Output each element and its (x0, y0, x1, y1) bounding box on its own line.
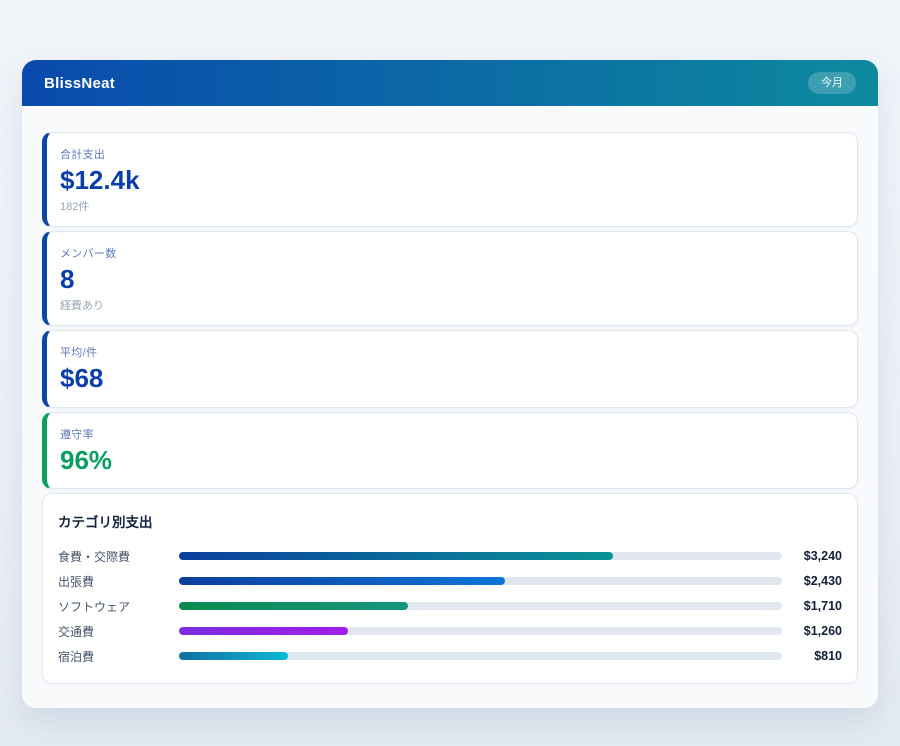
stat-card-total-spend: 合計支出 $12.4k 182件 (42, 132, 858, 227)
stat-label: 遵守率 (60, 426, 841, 442)
stat-sub: 経費あり (60, 297, 841, 313)
category-row: 交通費 $1,260 (58, 619, 842, 644)
category-amount: $2,430 (782, 574, 842, 588)
stat-value: $12.4k (60, 165, 841, 196)
category-spend-card: カテゴリ別支出 食費・交際費 $3,240 出張費 $2,430 ソフトウェア (42, 493, 858, 684)
category-label: 出張費 (58, 573, 179, 590)
category-label: 食費・交際費 (58, 548, 179, 565)
stat-card-average-per-item: 平均/件 $68 (42, 330, 858, 407)
dashboard-panel: BlissNeat 今月 合計支出 $12.4k 182件 メンバー数 8 経費… (22, 60, 878, 708)
category-bar-track (179, 577, 782, 585)
stat-label: 平均/件 (60, 344, 841, 360)
stat-label: メンバー数 (60, 245, 841, 261)
category-row: 出張費 $2,430 (58, 569, 842, 594)
category-bar-fill (179, 552, 613, 560)
category-label: 交通費 (58, 623, 179, 640)
category-section-title: カテゴリ別支出 (58, 511, 842, 531)
app-title: BlissNeat (44, 75, 115, 92)
category-bar-fill (179, 577, 505, 585)
stat-sub: 182件 (60, 198, 841, 214)
category-bar-track (179, 627, 782, 635)
stat-card-member-count: メンバー数 8 経費あり (42, 231, 858, 326)
category-amount: $1,710 (782, 599, 842, 613)
category-row: ソフトウェア $1,710 (58, 594, 842, 619)
stat-label: 合計支出 (60, 146, 841, 162)
app-header: BlissNeat 今月 (22, 60, 878, 106)
category-label: ソフトウェア (58, 598, 179, 615)
period-badge[interactable]: 今月 (808, 72, 856, 94)
category-amount: $1,260 (782, 624, 842, 638)
stat-card-compliance-rate: 遵守率 96% (42, 412, 858, 489)
panel-body: 合計支出 $12.4k 182件 メンバー数 8 経費あり 平均/件 $68 遵… (22, 106, 878, 708)
stat-value: 8 (60, 264, 841, 295)
category-bar-fill (179, 602, 408, 610)
category-bar-fill (179, 652, 288, 660)
category-bar-track (179, 652, 782, 660)
category-row: 宿泊費 $810 (58, 644, 842, 669)
category-bar-fill (179, 627, 348, 635)
stat-value: $68 (60, 363, 841, 394)
category-label: 宿泊費 (58, 648, 179, 665)
category-amount: $3,240 (782, 549, 842, 563)
category-bar-track (179, 552, 782, 560)
category-amount: $810 (782, 649, 842, 663)
category-bar-track (179, 602, 782, 610)
category-row: 食費・交際費 $3,240 (58, 544, 842, 569)
stat-value: 96% (60, 445, 841, 476)
